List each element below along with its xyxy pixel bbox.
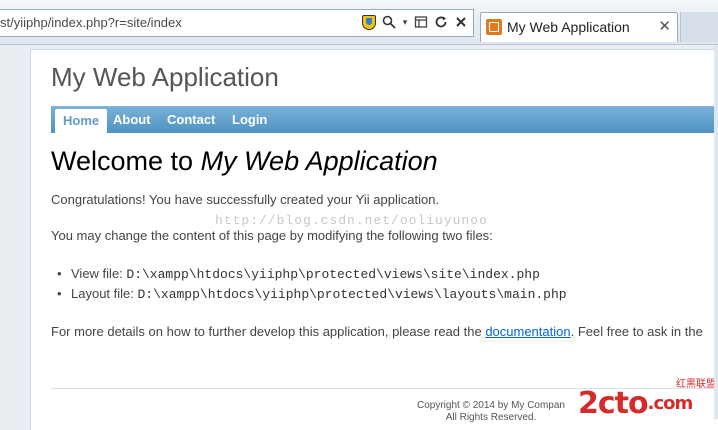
more-details-prefix: For more details on how to further devel… [51,324,486,339]
new-tab-area[interactable] [680,12,718,42]
change-content-text: You may change the content of this page … [51,228,493,243]
congrats-text: Congratulations! You have successfully c… [51,192,440,207]
browser-tab[interactable]: My Web Application ✕ [480,12,678,42]
main-content: Welcome to My Web Application Congratula… [51,146,718,339]
2cto-watermark-logo: 2cto .com 红黑联盟 [578,372,718,419]
file-label: View file: [71,266,127,281]
url-text[interactable]: st/yiiphp/index.php?r=site/index [0,15,182,30]
yii-favicon-icon [486,19,502,35]
stop-icon[interactable] [453,14,469,30]
logo-main: 2cto [578,386,649,421]
logo-suffix: .com [647,393,694,414]
tab-title: My Web Application [507,19,630,35]
watermark-url: http://blog.csdn.net/ooliuyunoo [215,213,488,228]
dropdown-arrow-icon[interactable]: ▾ [401,14,409,30]
shield-icon[interactable] [361,14,377,30]
list-item: View file: D:\xampp\htdocs\yiiphp\protec… [51,266,567,286]
file-label: Layout file: [71,286,138,301]
page-viewport: My Web Application Home About Contact Lo… [0,45,718,430]
documentation-link[interactable]: documentation [485,324,570,339]
menu-item-about[interactable]: About [105,107,159,133]
page-title-prefix: Welcome to [51,146,201,176]
more-details-suffix: . Feel free to ask in the [570,324,703,339]
address-bar-icons: ▾ [361,14,469,30]
page-title: Welcome to My Web Application [51,146,718,177]
more-details-text: For more details on how to further devel… [51,324,703,339]
search-icon[interactable] [381,14,397,30]
compatibility-view-icon[interactable] [413,14,429,30]
menu-item-login[interactable]: Login [224,107,275,133]
list-item: Layout file: D:\xampp\htdocs\yiiphp\prot… [51,286,567,306]
site-logo-header: My Web Application [51,62,279,92]
page-title-app-name: My Web Application [200,146,438,176]
logo-side-text: 红黑联盟 [676,379,716,390]
menu-item-contact[interactable]: Contact [159,107,223,133]
file-path: D:\xampp\htdocs\yiiphp\protected\views\l… [137,287,567,302]
file-list: View file: D:\xampp\htdocs\yiiphp\protec… [51,266,567,306]
refresh-icon[interactable] [433,14,449,30]
menu-item-home[interactable]: Home [55,109,108,133]
address-bar[interactable]: st/yiiphp/index.php?r=site/index ▾ [0,9,474,37]
scrollbar-edge[interactable] [714,45,718,419]
file-path: D:\xampp\htdocs\yiiphp\protected\views\s… [126,267,540,282]
main-menu: Home About Contact Login [51,106,718,133]
browser-chrome: st/yiiphp/index.php?r=site/index ▾ My We… [0,0,718,45]
close-tab-icon[interactable]: ✕ [658,17,671,35]
